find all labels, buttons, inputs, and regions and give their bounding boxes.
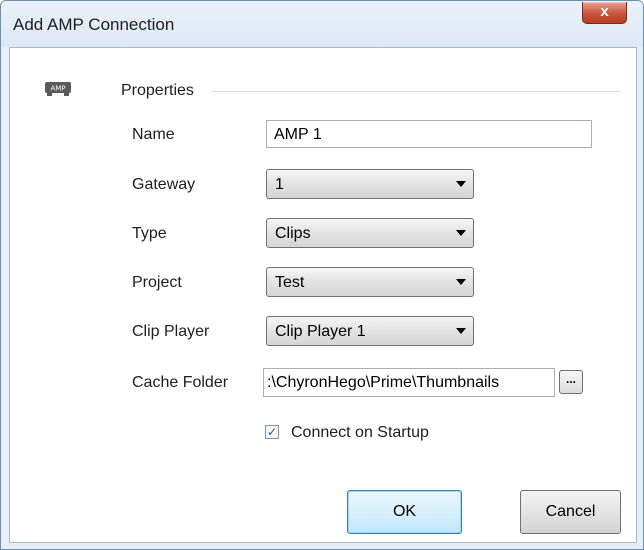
browse-button[interactable]: ... (559, 370, 583, 394)
properties-heading: Properties (121, 82, 194, 99)
chevron-down-icon (456, 328, 466, 334)
name-field[interactable]: AMP 1 (266, 120, 592, 148)
connect-on-startup-checkbox[interactable]: ✓ (265, 425, 279, 439)
project-value: Test (275, 274, 305, 291)
dialog-content: AMP Properties Name AMP 1 Gateway 1 Type… (9, 47, 637, 543)
project-select[interactable]: Test (266, 267, 474, 297)
dialog-title: Add AMP Connection (13, 15, 175, 34)
type-select[interactable]: Clips (266, 218, 474, 248)
close-icon: x (600, 3, 609, 20)
connect-on-startup-label[interactable]: Connect on Startup (291, 424, 429, 442)
project-label: Project (132, 274, 182, 291)
clip-player-label: Clip Player (132, 323, 210, 340)
type-value: Clips (275, 225, 311, 242)
checkmark-icon: ✓ (266, 425, 278, 439)
chevron-down-icon (456, 230, 466, 236)
chevron-down-icon (456, 279, 466, 285)
cache-folder-field[interactable]: :\ChyronHego\Prime\Thumbnails (263, 368, 555, 397)
clip-player-value: Clip Player 1 (275, 323, 366, 340)
type-label: Type (132, 225, 167, 242)
gateway-label: Gateway (132, 176, 196, 193)
name-label: Name (132, 126, 175, 143)
title-bar: Add AMP Connection x (1, 1, 643, 47)
gateway-select[interactable]: 1 (266, 169, 474, 199)
add-amp-connection-dialog: Add AMP Connection x AMP Properties Name… (0, 0, 644, 550)
cancel-button[interactable]: Cancel (520, 490, 621, 534)
cache-folder-label: Cache Folder (132, 374, 229, 391)
section-divider (212, 91, 620, 92)
amp-device-icon: AMP (45, 82, 71, 96)
amp-icon-text: AMP (50, 85, 65, 93)
clip-player-select[interactable]: Clip Player 1 (266, 316, 474, 346)
chevron-down-icon (456, 181, 466, 187)
close-button[interactable]: x (582, 2, 627, 24)
ok-button[interactable]: OK (347, 490, 462, 534)
gateway-value: 1 (275, 176, 284, 193)
